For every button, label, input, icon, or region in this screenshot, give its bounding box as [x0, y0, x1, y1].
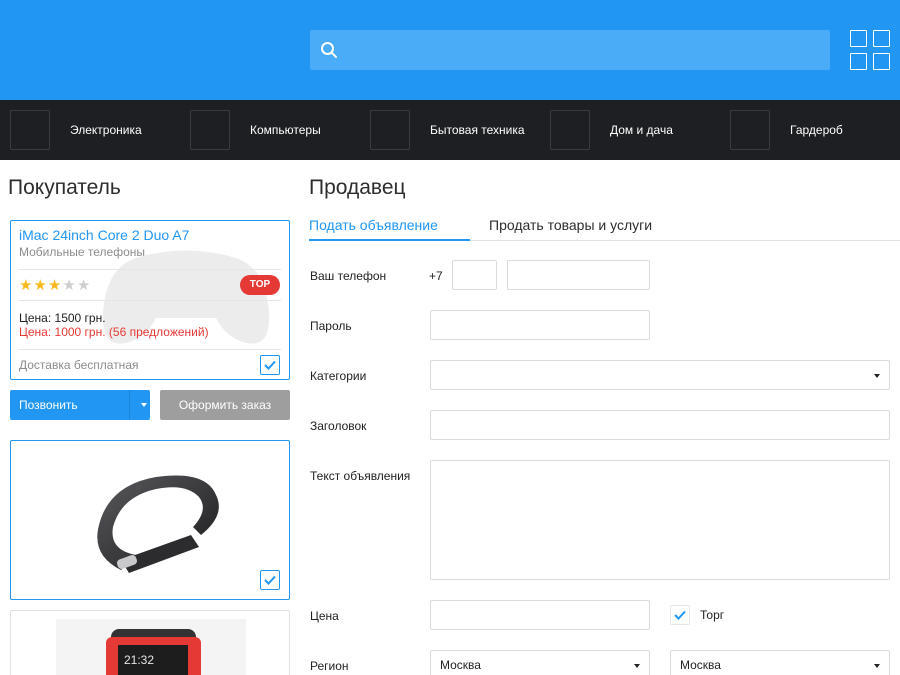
- phone-prefix: +7: [429, 269, 443, 283]
- order-button[interactable]: Оформить заказ: [160, 390, 290, 420]
- check-icon: [264, 360, 276, 370]
- grid-cell-icon: [873, 30, 890, 47]
- bargain-label: Торг: [700, 608, 725, 622]
- chevron-down-icon: [874, 374, 880, 378]
- star-filled-icon: ★: [19, 277, 34, 294]
- search-box[interactable]: [310, 30, 830, 70]
- fitness-band-image: [97, 475, 219, 573]
- city-select[interactable]: Москва: [670, 650, 890, 675]
- category-icon: [190, 110, 230, 150]
- category-item-electronics[interactable]: Электроника: [0, 100, 180, 160]
- category-label: Дом и дача: [610, 123, 673, 137]
- category-icon: [10, 110, 50, 150]
- top-bar: [0, 0, 900, 100]
- seller-heading: Продавец: [309, 176, 406, 199]
- category-icon: [730, 110, 770, 150]
- call-button-label: Позвонить: [19, 398, 78, 412]
- product-price: Цена: 1500 грн.: [19, 311, 106, 325]
- tab-post-ad[interactable]: Подать объявление: [309, 217, 438, 233]
- category-label: Электроника: [70, 123, 142, 137]
- category-label: Гардероб: [790, 123, 843, 137]
- region-select-value: Москва: [440, 658, 481, 672]
- category-label: Категории: [310, 369, 367, 383]
- active-tab-indicator: [309, 239, 470, 241]
- product-select-checkbox[interactable]: [260, 570, 280, 590]
- city-select-value: Москва: [680, 658, 721, 672]
- grid-view-button[interactable]: [850, 30, 890, 70]
- button-separator: [129, 390, 130, 420]
- tab-sell-goods[interactable]: Продать товары и услуги: [489, 217, 652, 233]
- search-icon[interactable]: [320, 41, 338, 59]
- ad-text-textarea[interactable]: [430, 460, 890, 580]
- region-select[interactable]: Москва: [430, 650, 650, 675]
- product-card[interactable]: iMac 24inch Core 2 Duo A7 Мобильные теле…: [10, 220, 290, 380]
- star-empty-icon: ★: [62, 277, 77, 294]
- top-badge: TOP: [240, 275, 280, 295]
- star-filled-icon: ★: [33, 277, 48, 294]
- star-empty-icon: ★: [76, 277, 92, 294]
- product-category: Мобильные телефоны: [19, 245, 146, 259]
- ad-title-label: Заголовок: [310, 419, 367, 433]
- call-button[interactable]: Позвонить: [10, 390, 150, 420]
- phone-label: Ваш телефон: [310, 269, 387, 283]
- grid-cell-icon: [850, 30, 867, 47]
- grid-cell-icon: [850, 53, 867, 70]
- category-label: Бытовая техника: [430, 123, 525, 137]
- category-item-home-garden[interactable]: Дом и дача: [540, 100, 720, 160]
- rating-stars: ★★★★★: [19, 276, 91, 294]
- phone-number-input[interactable]: [507, 260, 650, 290]
- product-offers[interactable]: Цена: 1000 грн. (56 предложений): [19, 325, 209, 339]
- product-title[interactable]: iMac 24inch Core 2 Duo A7: [19, 227, 189, 243]
- category-icon: [550, 110, 590, 150]
- ad-text-label: Текст объявления: [310, 469, 411, 483]
- chevron-down-icon: [874, 664, 880, 668]
- category-label: Компьютеры: [250, 123, 321, 137]
- divider: [19, 349, 281, 350]
- check-icon: [674, 610, 686, 620]
- divider: [19, 300, 281, 301]
- ad-title-input[interactable]: [430, 410, 890, 440]
- smartwatch-image: 21:32: [56, 619, 246, 675]
- category-select[interactable]: [430, 360, 890, 390]
- category-item-wardrobe[interactable]: Гардероб: [720, 100, 900, 160]
- watch-time: 21:32: [124, 653, 154, 667]
- grid-cell-icon: [873, 53, 890, 70]
- category-item-appliances[interactable]: Бытовая техника: [360, 100, 540, 160]
- password-input[interactable]: [430, 310, 650, 340]
- bargain-checkbox[interactable]: [670, 605, 690, 625]
- product-card-fitness-band[interactable]: [10, 440, 290, 600]
- price-input[interactable]: [430, 600, 650, 630]
- star-filled-icon: ★: [47, 277, 63, 294]
- category-item-computers[interactable]: Компьютеры: [180, 100, 360, 160]
- divider: [19, 269, 281, 270]
- price-label: Цена: [310, 609, 339, 623]
- buyer-heading: Покупатель: [8, 176, 121, 199]
- phone-code-input[interactable]: [452, 260, 497, 290]
- region-label: Регион: [310, 659, 349, 673]
- category-nav: Электроника Компьютеры Бытовая техника Д…: [0, 100, 900, 160]
- product-select-checkbox[interactable]: [260, 355, 280, 375]
- chevron-down-icon: [634, 664, 640, 668]
- category-icon: [370, 110, 410, 150]
- search-input[interactable]: [348, 30, 826, 70]
- chevron-down-icon[interactable]: [141, 403, 147, 407]
- check-icon: [264, 575, 276, 585]
- password-label: Пароль: [310, 319, 352, 333]
- product-card-smartwatch[interactable]: 21:32: [10, 610, 290, 675]
- seller-tabs: Подать объявление Продать товары и услуг…: [309, 213, 900, 241]
- delivery-info: Доставка бесплатная: [19, 358, 139, 372]
